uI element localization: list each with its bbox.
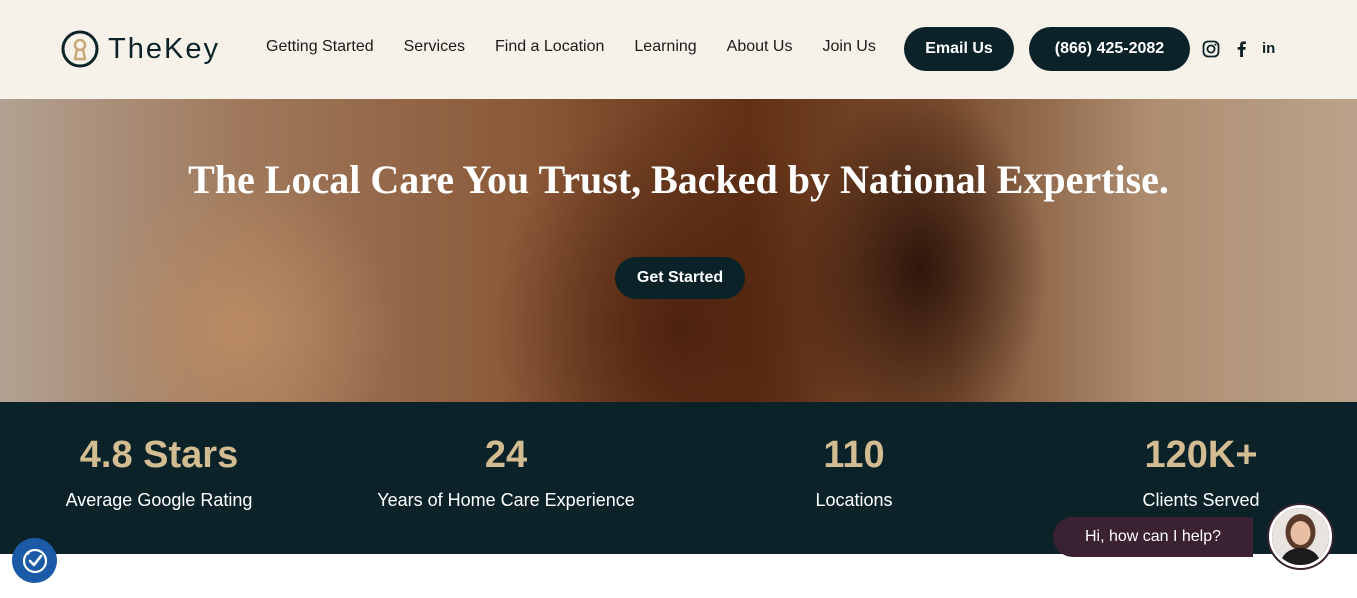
logo-wordmark: TheKey	[108, 32, 220, 65]
get-started-button[interactable]: Get Started	[615, 257, 745, 299]
stat-label: Years of Home Care Experience	[377, 490, 635, 510]
nav-about-us[interactable]: About Us	[727, 38, 793, 56]
phone-button[interactable]: (866) 425-2082	[1029, 27, 1190, 71]
instagram-icon[interactable]	[1202, 40, 1220, 58]
stat-clients-served: 120K+ Clients Served	[1031, 432, 1357, 511]
hero-title: The Local Care You Trust, Backed by Nati…	[188, 157, 1169, 202]
site-header: TheKey Getting Started Services Find a L…	[0, 0, 1357, 99]
chat-agent-avatar[interactable]	[1269, 505, 1332, 568]
stat-label: Average Google Rating	[65, 490, 253, 510]
nav-find-a-location[interactable]: Find a Location	[495, 38, 604, 56]
hero-background-photo	[0, 99, 1357, 402]
facebook-icon[interactable]	[1233, 40, 1251, 58]
linkedin-icon[interactable]: in	[1262, 40, 1280, 58]
nav-getting-started[interactable]: Getting Started	[266, 38, 374, 56]
main-nav: Getting Started Services Find a Location…	[266, 38, 876, 56]
stat-google-rating: 4.8 Stars Average Google Rating	[0, 432, 329, 511]
keyhole-logo-icon	[61, 30, 99, 68]
accessibility-check-icon	[22, 548, 47, 573]
stat-value: 4.8 Stars	[79, 434, 239, 476]
email-us-button[interactable]: Email Us	[904, 27, 1014, 71]
chat-prompt-bubble[interactable]: Hi, how can I help?	[1053, 517, 1253, 557]
nav-learning[interactable]: Learning	[634, 38, 696, 56]
stat-label: Locations	[815, 490, 893, 510]
stat-value: 24	[484, 434, 528, 476]
accessibility-button[interactable]	[12, 538, 57, 583]
nav-join-us[interactable]: Join Us	[822, 38, 875, 56]
hero-banner: The Local Care You Trust, Backed by Nati…	[0, 99, 1357, 402]
stat-locations: 110 Locations	[684, 432, 1024, 511]
stat-years-experience: 24 Years of Home Care Experience	[336, 432, 676, 511]
agent-portrait-icon	[1272, 508, 1329, 565]
thekey-logo[interactable]: TheKey	[60, 28, 220, 70]
stat-value: 110	[823, 434, 885, 476]
stat-value: 120K+	[1144, 434, 1258, 476]
nav-services[interactable]: Services	[404, 38, 465, 56]
